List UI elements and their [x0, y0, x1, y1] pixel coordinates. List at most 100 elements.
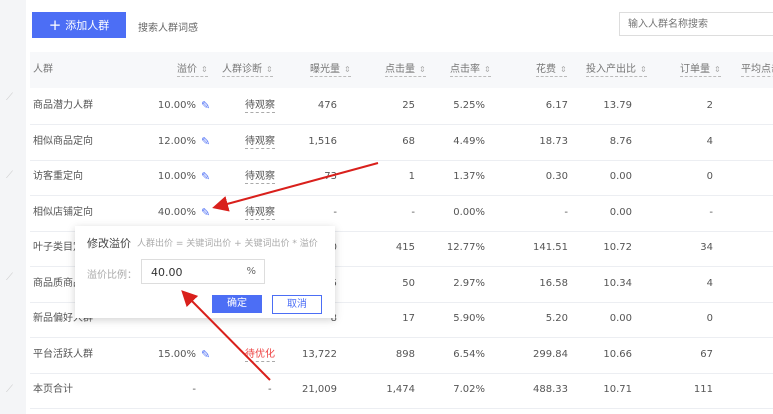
roi-cell: 0.00 [609, 313, 632, 324]
edit-icon[interactable]: ✎ [201, 124, 210, 160]
clicks-cell: 1 [408, 171, 415, 182]
premium-ratio-input[interactable]: 40.00% [141, 259, 265, 284]
col-label: 曝光量 [310, 64, 340, 75]
impressions-cell: 73 [324, 171, 337, 182]
premium-cell: 12.00% [157, 135, 196, 147]
col-label: 人群诊断 [222, 64, 262, 75]
cost-cell: 18.73 [539, 135, 568, 147]
edit-premium-popup: 修改溢价 人群出价 = 关键词出价 + 关键词出价 * 溢价 溢价比例： 40.… [75, 226, 335, 318]
orders-cell: 2 [706, 100, 713, 111]
col-label: 溢价 [177, 64, 197, 75]
impressions-cell: 13,722 [302, 348, 337, 360]
cost-cell: 6.17 [545, 100, 568, 111]
col-roi[interactable]: 投入产出比 ⇕ [586, 63, 647, 77]
audience-name-cell: 平台活跃人群 [33, 348, 93, 360]
clicks-cell: 415 [395, 242, 415, 253]
sort-icon: ⇕ [344, 65, 351, 74]
clicks-cell: 898 [395, 348, 415, 360]
col-label: 投入产出比 [586, 64, 636, 75]
roi-cell: 10.66 [603, 348, 632, 360]
add-audience-button[interactable]: + 添加人群 [32, 12, 126, 38]
orders-cell: 4 [706, 277, 713, 289]
col-avg-click[interactable]: 平均点击 [741, 63, 773, 77]
col-orders[interactable]: 订单量 ⇕ [680, 63, 721, 77]
sort-icon: ⇕ [266, 65, 273, 74]
chevron-icon: ⟋ [6, 92, 13, 103]
col-ctr[interactable]: 点击率 ⇕ [450, 63, 491, 77]
premium-cell: 10.00% [157, 100, 196, 111]
clicks-cell: - [411, 206, 415, 218]
audience-name-cell: 相似商品定向 [33, 135, 93, 147]
plus-icon: + [48, 16, 62, 34]
clicks-cell: 25 [402, 100, 415, 111]
audience-name-cell: 商品潜力人群 [33, 100, 93, 111]
col-impressions[interactable]: 曝光量 ⇕ [310, 63, 351, 77]
table-header: 人群 溢价 ⇕ 人群诊断 ⇕ 曝光量 ⇕ 点击量 ⇕ 点击率 ⇕ 花费 ⇕ 投入产出比 ⇕ 订… [30, 52, 773, 88]
clicks-cell: 68 [402, 135, 415, 147]
col-label: 花费 [536, 64, 556, 75]
col-diagnosis[interactable]: 人群诊断 ⇕ [222, 63, 273, 77]
cost-cell: - [564, 206, 568, 218]
cost-cell: 299.84 [533, 348, 568, 360]
ctr-cell: 7.02% [453, 384, 485, 395]
cost-cell: 5.20 [545, 313, 568, 324]
col-label: 点击率 [450, 64, 480, 75]
ctr-cell: 12.77% [446, 242, 485, 253]
col-label: 点击量 [385, 64, 415, 75]
orders-cell: 111 [693, 384, 713, 395]
clicks-cell: 17 [402, 313, 415, 324]
table-row: 平台活跃人群 15.00% 待优化 13,722 898 6.54% 299.84 10.66… [30, 337, 773, 374]
premium-cell: 10.00% [157, 171, 196, 182]
clicks-cell: 1,474 [386, 384, 415, 395]
chevron-icon: ⟋ [6, 170, 13, 181]
diagnosis-cell: 待观察 [245, 100, 275, 113]
col-name: 人群 [33, 64, 53, 75]
premium-ratio-label: 溢价比例： [87, 270, 137, 281]
popup-formula: 人群出价 = 关键词出价 + 关键词出价 * 溢价 [137, 239, 318, 249]
orders-cell: 0 [706, 313, 713, 324]
ctr-cell: 4.49% [453, 135, 485, 147]
chevron-icon: ⟋ [6, 272, 13, 283]
diagnosis-cell: 待观察 [245, 135, 275, 149]
unit: % [246, 266, 256, 277]
sort-icon: ⇕ [484, 65, 491, 74]
table-row: 商品潜力人群 10.00% 待观察 476 25 5.25% 6.17 13.79 2 ✎ [30, 88, 773, 125]
ctr-cell: 6.54% [453, 348, 485, 360]
col-cost[interactable]: 花费 ⇕ [536, 63, 567, 77]
diagnosis-cell: 待观察 [245, 171, 275, 184]
cost-cell: 16.58 [539, 277, 568, 289]
sort-icon: ⇕ [640, 65, 647, 74]
edit-icon[interactable]: ✎ [201, 88, 210, 124]
popup-title: 修改溢价 [87, 237, 131, 250]
sort-icon: ⇕ [560, 65, 567, 74]
total-row: 本页合计 - - 21,009 1,474 7.02% 488.33 10.71 111 [30, 372, 773, 409]
edit-icon[interactable]: ✎ [201, 159, 210, 195]
cancel-button[interactable]: 取消 [272, 295, 322, 314]
diagnosis-cell: - [268, 384, 272, 395]
add-label: 添加人群 [65, 19, 110, 32]
orders-cell: - [709, 206, 713, 218]
col-label: 订单量 [680, 64, 710, 75]
premium-cell: 15.00% [157, 348, 196, 360]
roi-cell: 10.72 [603, 242, 632, 253]
roi-cell: 13.79 [603, 100, 632, 111]
sort-icon: ⇕ [201, 65, 208, 74]
input-value: 40.00 [151, 266, 183, 279]
audience-search-input[interactable] [619, 12, 773, 36]
roi-cell: 10.71 [603, 384, 632, 395]
col-premium[interactable]: 溢价 ⇕ [177, 63, 208, 77]
sort-icon: ⇕ [714, 65, 721, 74]
orders-cell: 0 [706, 171, 713, 182]
premium-cell: - [192, 384, 196, 395]
col-clicks[interactable]: 点击量 ⇕ [385, 63, 426, 77]
ctr-cell: 5.90% [453, 313, 485, 324]
edit-icon[interactable]: ✎ [201, 337, 210, 373]
confirm-button[interactable]: 确定 [212, 295, 262, 313]
orders-cell: 4 [706, 135, 713, 147]
impressions-cell: 21,009 [302, 384, 337, 395]
roi-cell: 0.00 [609, 206, 632, 218]
sidebar-strip: ⟋ ⟋ ⟋ ⟋ [0, 0, 26, 414]
search-audience-link[interactable]: 搜索人群词感 [138, 19, 198, 34]
ctr-cell: 1.37% [453, 171, 485, 182]
table-row: 相似商品定向 12.00% 待观察 1,516 68 4.49% 18.73 8.76 4 ✎ [30, 124, 773, 161]
